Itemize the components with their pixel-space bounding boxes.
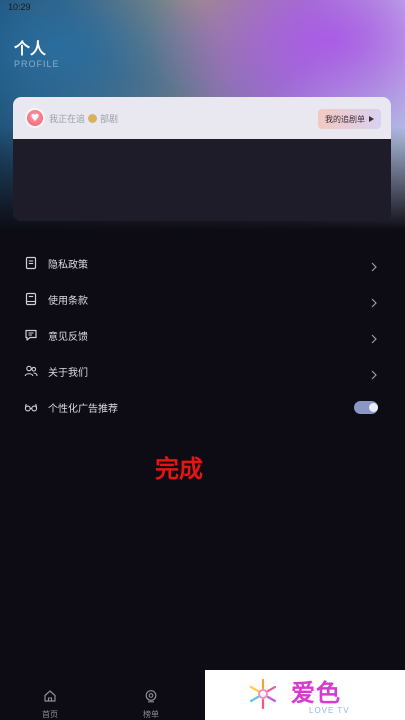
watch-list-card-content — [13, 139, 391, 221]
my-watch-list-button[interactable]: 我的追剧单 — [318, 109, 381, 129]
watching-count-badge — [88, 113, 98, 123]
menu-label-privacy-policy: 隐私政策 — [48, 259, 88, 271]
chevron-right-icon — [371, 365, 377, 380]
glasses-icon — [24, 400, 38, 414]
heart-icon: ♥ — [27, 110, 43, 126]
brand-name: 爱色 — [291, 679, 341, 707]
menu-label-feedback: 意见反馈 — [48, 331, 88, 343]
chevron-right-icon — [371, 329, 377, 344]
watching-prefix: 我正在追 — [49, 114, 86, 125]
menu-item-terms-of-use[interactable]: 使用条款 — [0, 281, 405, 317]
book-icon — [24, 292, 38, 306]
page-title: 个人 — [14, 39, 47, 58]
status-bar-time: 10:29 — [8, 2, 31, 12]
play-arrow-icon — [369, 116, 374, 122]
personalized-ads-toggle[interactable] — [354, 401, 378, 414]
chevron-right-icon — [371, 293, 377, 308]
settings-menu: 隐私政策 使用条款 意见反馈 关于我们 个性化广告推荐 — [0, 245, 405, 425]
watch-list-card-header: ♥ 我正在追 部剧 我的追剧单 — [13, 97, 391, 139]
watching-suffix: 部剧 — [100, 114, 119, 125]
menu-item-feedback[interactable]: 意见反馈 — [0, 317, 405, 353]
chevron-right-icon — [371, 257, 377, 272]
tab-ranking-label: 榜单 — [143, 710, 159, 719]
watching-count-text: 我正在追 部剧 — [49, 112, 118, 125]
people-icon — [24, 364, 38, 378]
page-subtitle: PROFILE — [14, 59, 60, 69]
menu-item-about-us[interactable]: 关于我们 — [0, 353, 405, 389]
document-icon — [24, 256, 38, 270]
ranking-icon — [144, 688, 158, 707]
menu-label-terms-of-use: 使用条款 — [48, 295, 88, 307]
watch-list-card: ♥ 我正在追 部剧 我的追剧单 — [13, 97, 391, 221]
home-icon — [43, 688, 57, 707]
menu-label-about-us: 关于我们 — [48, 367, 88, 379]
menu-item-privacy-policy[interactable]: 隐私政策 — [0, 245, 405, 281]
brand-watermark: 爱色 LOVE TV — [205, 670, 405, 720]
tab-ranking[interactable]: 榜单 — [131, 688, 171, 720]
done-overlay-text: 完成 — [155, 455, 203, 483]
brand-subtitle: LOVE TV — [309, 706, 350, 715]
tab-home[interactable]: 首页 — [30, 688, 70, 720]
tab-home-label: 首页 — [42, 710, 58, 719]
menu-label-personalized-ads: 个性化广告推荐 — [48, 403, 118, 415]
chat-icon — [24, 328, 38, 342]
my-watch-list-label: 我的追剧单 — [325, 114, 365, 124]
toggle-knob — [369, 403, 378, 412]
snowflake-logo-icon — [249, 678, 277, 710]
menu-item-personalized-ads: 个性化广告推荐 — [0, 389, 405, 425]
